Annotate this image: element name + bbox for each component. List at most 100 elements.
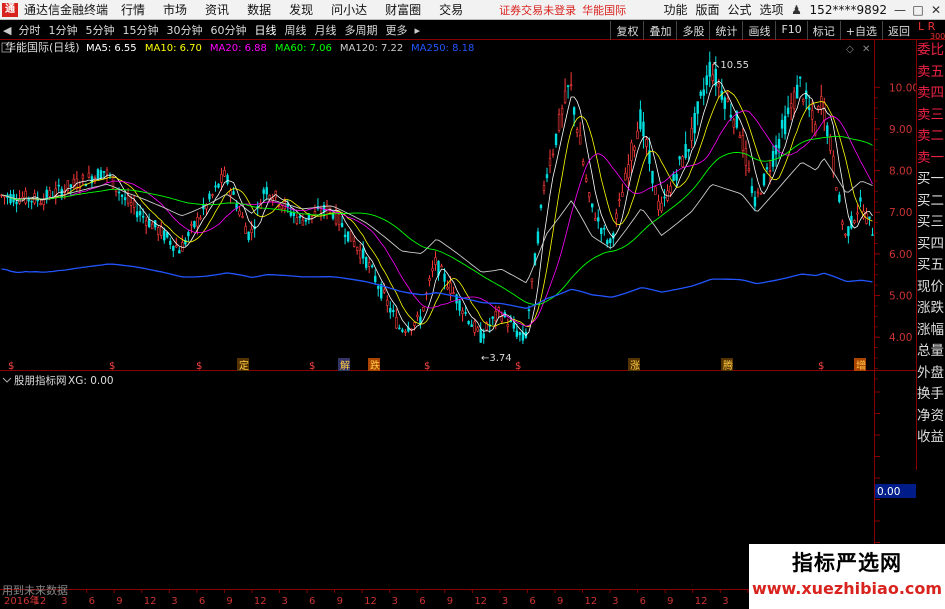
- period-tab-5min[interactable]: 5分钟: [81, 22, 118, 38]
- tool-mark[interactable]: 标记: [806, 21, 840, 40]
- period-tab-monthly[interactable]: 月线: [310, 22, 340, 38]
- period-tab-weekly[interactable]: 周线: [280, 22, 310, 38]
- time-label-17: 12: [474, 596, 487, 607]
- tool-draw[interactable]: 画线: [742, 21, 775, 40]
- candle-body: [723, 97, 727, 109]
- event-marker-2: $: [196, 361, 202, 372]
- candle-body: [464, 312, 467, 314]
- period-tab-daily[interactable]: 日线: [250, 22, 280, 38]
- period-tab-30min[interactable]: 30分钟: [162, 22, 206, 38]
- menu-discover[interactable]: 发现: [280, 1, 322, 18]
- more-dropdown-icon[interactable]: ▸: [411, 24, 423, 37]
- candle-body: [458, 300, 461, 311]
- time-label-10: 3: [281, 596, 287, 607]
- menu-layout[interactable]: 版面: [692, 1, 724, 18]
- candle-body: [114, 189, 118, 192]
- candle-body: [120, 194, 124, 197]
- candle-body: [663, 196, 666, 199]
- menu-news[interactable]: 资讯: [196, 1, 238, 18]
- candle-body: [594, 218, 597, 221]
- menu-options[interactable]: 选项: [756, 1, 788, 18]
- tool-multi[interactable]: 多股: [676, 21, 709, 40]
- candle-body: [808, 107, 811, 110]
- candle-body: [530, 278, 534, 282]
- chart-area[interactable]: 华能国际(日线) MA5: 6.55 MA10: 6.70 MA20: 6.88 MA6…: [0, 40, 945, 609]
- event-marker-0: $: [8, 361, 14, 372]
- event-marker-11: $: [818, 361, 824, 372]
- candle-body: [389, 308, 392, 313]
- event-marker-8: $: [515, 361, 521, 372]
- time-label-3: 6: [89, 596, 95, 607]
- candle-body: [211, 194, 214, 196]
- period-tab-60min[interactable]: 60分钟: [206, 22, 250, 38]
- ma-label-2: MA20: 6.88: [210, 43, 267, 54]
- event-marker-9: 涨: [630, 360, 640, 372]
- kline-svg[interactable]: 华能国际(日线) MA5: 6.55 MA10: 6.70 MA20: 6.88 MA6…: [0, 40, 945, 609]
- price-label-1: 9.00: [889, 124, 912, 136]
- menu-data[interactable]: 数据: [238, 1, 280, 18]
- period-tab-more[interactable]: 更多: [381, 22, 411, 38]
- candle-body: [193, 221, 196, 228]
- candle-body: [214, 185, 217, 188]
- candle-body: [81, 174, 85, 179]
- tool-stats[interactable]: 统计: [709, 21, 742, 40]
- price-label-2: 8.00: [889, 166, 912, 178]
- sidebar-item-13: 涨幅: [917, 321, 944, 338]
- candle-body: [422, 307, 425, 312]
- candle-body: [479, 329, 482, 343]
- candle-body: [289, 212, 293, 216]
- tool-adjust[interactable]: 复权: [610, 21, 643, 40]
- time-label-13: 12: [364, 596, 377, 607]
- candle-body: [717, 83, 720, 88]
- menu-function[interactable]: 功能: [659, 1, 691, 18]
- sidebar-item-11: 现价: [917, 278, 944, 295]
- price-label-0: 10.00: [889, 82, 916, 94]
- menu-market[interactable]: 市场: [154, 1, 196, 18]
- tool-add-watch[interactable]: +自选: [839, 21, 882, 40]
- candle-body: [24, 190, 27, 204]
- user-icon[interactable]: ♟: [788, 3, 806, 17]
- candle-body: [467, 320, 470, 325]
- time-label-8: 9: [226, 596, 232, 607]
- candle-body: [572, 107, 576, 115]
- user-phone[interactable]: 152****9892: [806, 3, 891, 17]
- period-tab-15min[interactable]: 15分钟: [118, 22, 162, 38]
- period-tab-intraday[interactable]: 分时: [14, 22, 44, 38]
- candle-body: [783, 115, 787, 135]
- candle-body: [798, 76, 802, 79]
- candle-body: [847, 226, 850, 237]
- period-tab-multi[interactable]: 多周期: [340, 22, 381, 38]
- maximize-icon[interactable]: □: [909, 3, 927, 17]
- tool-overlay[interactable]: 叠加: [643, 21, 676, 40]
- title-bar: 通 通达信金融终端 行情 市场 资讯 数据 发现 问小达 财富圈 交易 证券交易…: [0, 0, 945, 20]
- candle-body: [771, 151, 775, 167]
- prev-arrow-icon[interactable]: ◀: [0, 24, 14, 37]
- ma-line-5: [1, 80, 873, 337]
- menu-wealth[interactable]: 财富圈: [376, 1, 430, 18]
- candle-body: [96, 169, 100, 180]
- close-icon[interactable]: ✕: [927, 3, 945, 17]
- menu-formula[interactable]: 公式: [724, 1, 756, 18]
- candle-body: [196, 217, 199, 227]
- minimize-icon[interactable]: —: [891, 3, 909, 17]
- candle-body: [823, 101, 826, 121]
- candle-body: [738, 135, 742, 138]
- candle-body: [759, 193, 763, 195]
- tool-f10[interactable]: F10: [775, 21, 806, 40]
- candle-body: [747, 168, 751, 171]
- candle-body: [392, 310, 395, 312]
- candle-body: [398, 327, 401, 330]
- login-status[interactable]: 证券交易未登录: [496, 2, 579, 18]
- menu-quotes[interactable]: 行情: [112, 1, 154, 18]
- menu-ask[interactable]: 问小达: [322, 1, 376, 18]
- event-marker-5: 解: [340, 359, 350, 372]
- candle-body: [434, 257, 437, 265]
- price-label-6: 4.00: [889, 332, 912, 344]
- candle-body: [374, 275, 377, 282]
- watermark-url: www.xuezhibiao.com: [751, 579, 943, 598]
- time-label-19: 6: [529, 596, 535, 607]
- candle-body: [358, 249, 362, 259]
- period-tab-1min[interactable]: 1分钟: [44, 22, 81, 38]
- menu-trade[interactable]: 交易: [430, 1, 472, 18]
- tool-back[interactable]: 返回: [882, 21, 915, 40]
